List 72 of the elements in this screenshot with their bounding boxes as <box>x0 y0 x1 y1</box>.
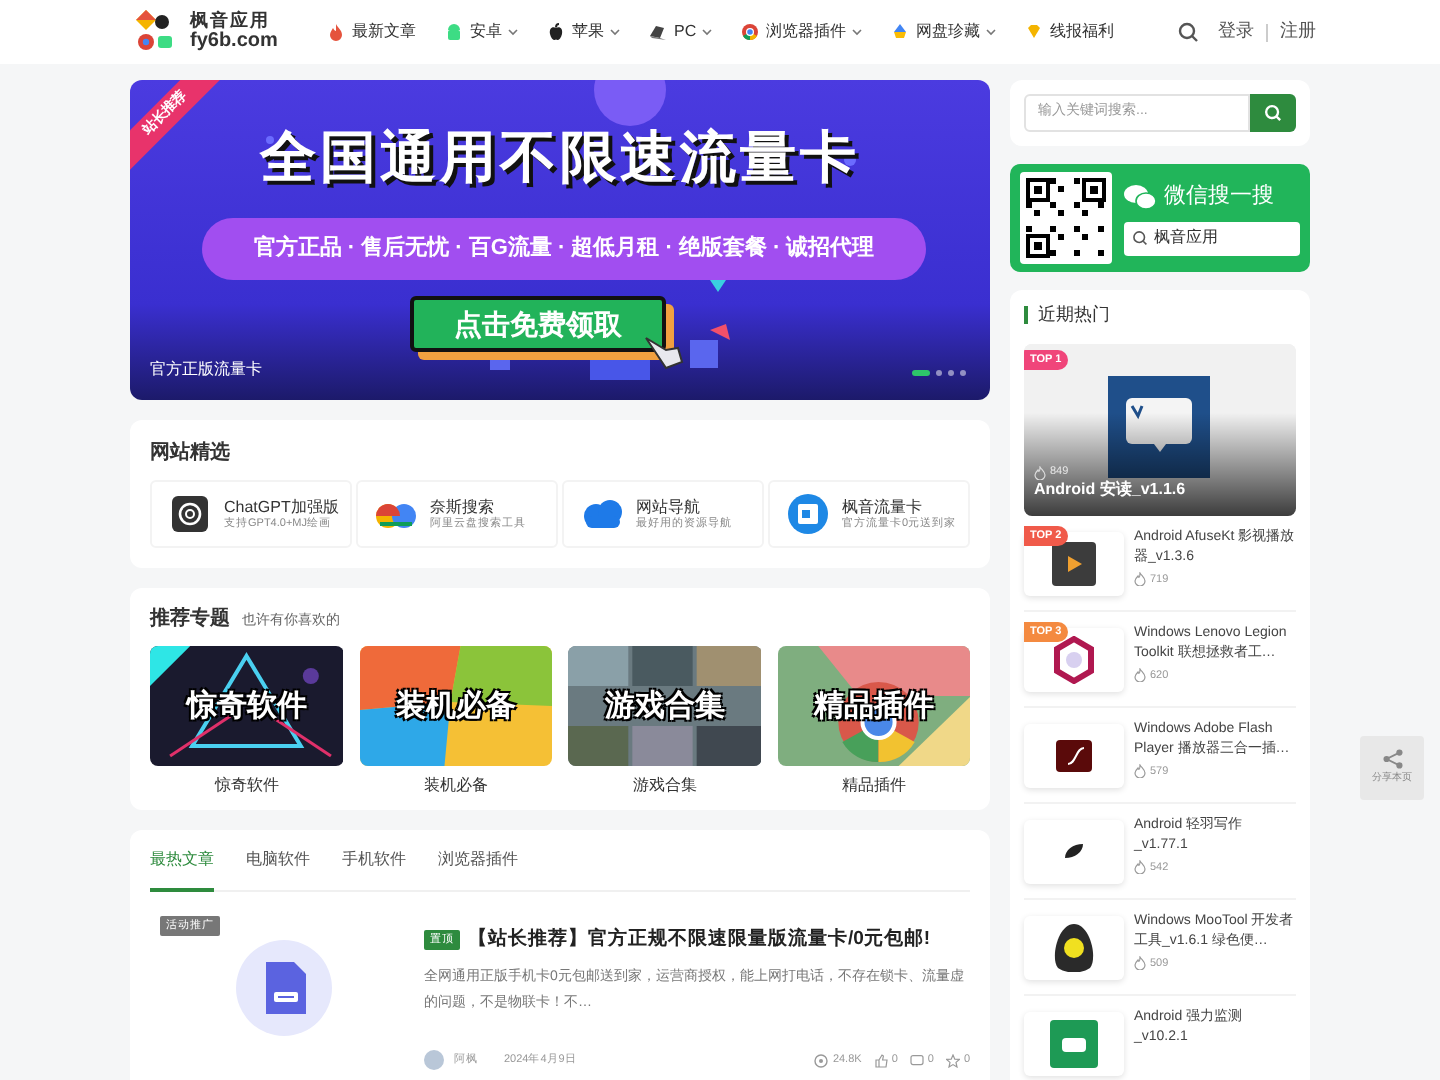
hexagon-icon <box>1054 635 1094 683</box>
flame-icon <box>1134 764 1146 779</box>
topic-caption: 装机必备 <box>423 774 488 798</box>
feather-icon <box>1065 843 1083 859</box>
laptop-icon <box>648 22 668 42</box>
section-title: 近期热门 <box>1038 302 1110 328</box>
nav-item[interactable]: 苹果 <box>546 20 620 44</box>
tab[interactable]: 电脑软件 <box>246 848 310 890</box>
flash-icon <box>1056 739 1092 771</box>
search-query: 枫音应用 <box>1154 226 1218 251</box>
nav-item[interactable]: PC <box>648 20 713 44</box>
apple-icon <box>546 22 566 42</box>
android-icon <box>444 22 464 42</box>
document-icon <box>236 940 332 1036</box>
topic-card[interactable]: 游戏合集 <box>568 646 761 766</box>
fire-icon <box>326 22 346 42</box>
nav-item[interactable]: 浏览器插件 <box>740 20 863 44</box>
flame-icon <box>1134 860 1146 875</box>
flame-icon <box>1134 956 1146 971</box>
qr-code-icon <box>1020 172 1112 264</box>
tab[interactable]: 浏览器插件 <box>438 848 518 890</box>
diamond-icon <box>1024 22 1045 42</box>
site-name: 网站导航 <box>636 497 702 516</box>
banner-headline: 全国通用不限速流量卡 <box>260 124 860 192</box>
egg-icon <box>1054 923 1094 971</box>
section-title: 网站精选 <box>150 439 232 468</box>
nav-item[interactable]: 最新文章 <box>326 20 416 44</box>
post-title[interactable]: 【站长推荐】官方正规不限速限量版流量卡/0元包邮! <box>468 926 931 955</box>
search-icon <box>1132 230 1148 247</box>
banner-tagline: 官方正品 · 售后无忧 · 百G流量 · 超低月租 · 绝版套餐 · 诚招代理 <box>202 218 926 280</box>
nav-item[interactable]: 网盘珍藏 <box>890 20 997 44</box>
search-button[interactable] <box>1250 94 1296 132</box>
search-icon <box>1264 104 1282 122</box>
star-icon <box>945 1053 960 1068</box>
logo-title: 枫音应用 <box>190 11 272 31</box>
comment-icon <box>909 1053 924 1068</box>
share-icon <box>1381 748 1403 771</box>
topic-caption: 精品插件 <box>841 774 906 798</box>
tab[interactable]: 最热文章 <box>150 848 214 892</box>
topic-overlay-title: 游戏合集 <box>604 691 725 721</box>
search-icon[interactable] <box>1178 22 1198 42</box>
wechat-search-card[interactable]: 微信搜一搜 枫音应用 <box>1010 164 1310 272</box>
site-name: 奈斯搜索 <box>430 497 496 516</box>
topic-card[interactable]: 惊奇软件 <box>150 646 343 766</box>
post-title: Android 安读_v1.1.6 <box>1034 477 1186 501</box>
author-avatar <box>424 1050 444 1071</box>
nav-item[interactable]: 线报福利 <box>1024 20 1115 44</box>
topic-caption: 惊奇软件 <box>214 774 279 798</box>
banner-caption: 官方正版流量卡 <box>150 358 262 382</box>
flame-icon <box>1034 465 1046 480</box>
site-name: ChatGPT加强版 <box>224 497 339 517</box>
logo-domain: fy6b.com <box>190 30 278 53</box>
login-link[interactable]: 登录 <box>1218 18 1254 46</box>
chat-bubbles-icon <box>1124 184 1156 210</box>
flame-icon <box>1134 572 1146 587</box>
nav-item[interactable]: 安卓 <box>444 20 518 44</box>
topic-overlay-title: 惊奇软件 <box>186 691 307 721</box>
register-link[interactable]: 注册 <box>1280 18 1316 46</box>
chat-app-icon <box>1050 1019 1098 1067</box>
eye-icon <box>814 1053 829 1068</box>
thumbs-up-icon <box>873 1053 888 1068</box>
wechat-title: 微信搜一搜 <box>1164 182 1274 213</box>
chatgpt-icon <box>168 492 212 536</box>
wechat-search-field[interactable]: 枫音应用 <box>1124 221 1300 256</box>
flame-icon <box>1134 668 1146 683</box>
site-name: 枫音流量卡 <box>842 497 924 516</box>
play-icon <box>1052 541 1096 585</box>
section-title: 推荐专题 <box>150 605 230 634</box>
sim-card-icon <box>786 492 830 536</box>
chrome-icon <box>740 22 761 42</box>
topic-caption: 游戏合集 <box>632 774 697 798</box>
tab[interactable]: 手机软件 <box>342 848 406 890</box>
